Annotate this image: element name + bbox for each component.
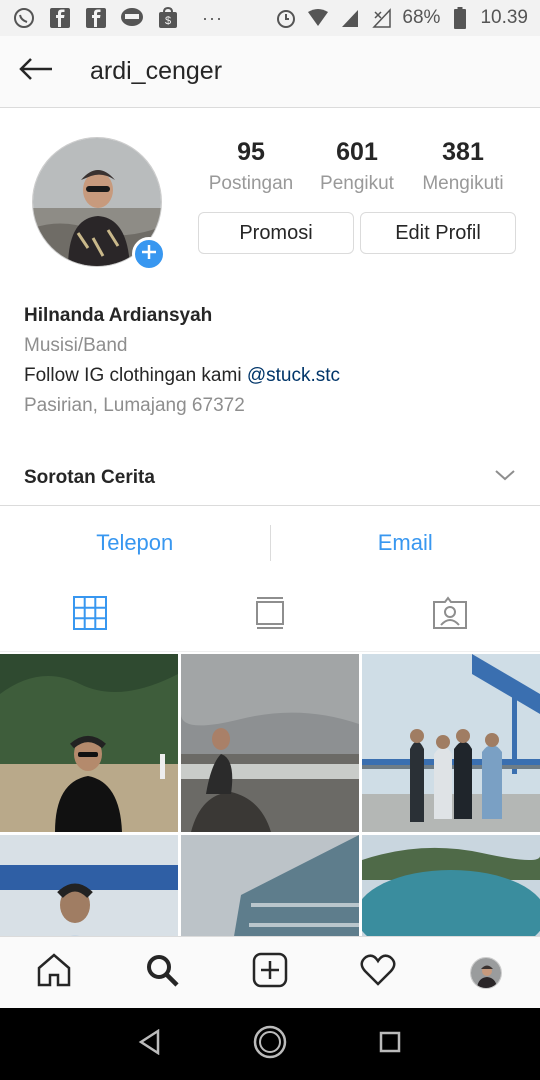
alarm-icon [274, 6, 298, 30]
shop-icon: $ [156, 6, 180, 30]
promote-button[interactable]: Promosi [198, 212, 354, 254]
tagged-icon [432, 596, 468, 635]
nav-profile[interactable] [432, 937, 540, 1008]
add-post-icon [252, 952, 288, 993]
stat-followers[interactable]: 601 Pengikut [304, 138, 410, 195]
tab-tagged[interactable] [360, 580, 540, 651]
profile-avatar[interactable] [32, 137, 166, 271]
call-button[interactable]: Telepon [0, 530, 270, 556]
tab-feed[interactable] [180, 580, 360, 651]
bio-text-body: Follow IG clothingan kami [24, 365, 247, 386]
circle-home-icon [252, 1024, 288, 1065]
post-thumbnail[interactable] [362, 835, 540, 936]
status-bar: $ ··· 68% 10.39 [0, 0, 540, 36]
bio-location[interactable]: Pasirian, Lumajang 67372 [24, 395, 524, 417]
line-icon [120, 6, 144, 30]
tab-grid[interactable] [0, 580, 180, 651]
android-navigation-bar [0, 1008, 540, 1080]
search-icon [144, 952, 180, 993]
android-recents-button[interactable] [360, 1014, 420, 1074]
bio-text: Follow IG clothingan kami @stuck.stc [24, 365, 524, 387]
edit-profile-button[interactable]: Edit Profil [360, 212, 516, 254]
stat-posts-count: 95 [237, 138, 265, 166]
add-story-button[interactable] [132, 237, 166, 271]
signal-no-data-icon [370, 6, 394, 30]
profile-username: ardi_cenger [90, 57, 223, 85]
bottom-navigation [0, 936, 540, 1008]
stat-posts-label: Postingan [208, 173, 294, 194]
stat-followers-count: 601 [336, 138, 378, 166]
stat-following-count: 381 [442, 138, 484, 166]
stat-posts[interactable]: 95 Postingan [198, 138, 304, 195]
stat-followers-label: Pengikut [320, 173, 394, 194]
square-recents-icon [379, 1031, 401, 1058]
profile-header: ardi_cenger [0, 36, 540, 108]
post-thumbnail[interactable] [181, 654, 359, 832]
whatsapp-icon [12, 6, 36, 30]
more-notifications-indicator: ··· [202, 7, 223, 28]
home-icon [36, 952, 72, 993]
android-home-button[interactable] [240, 1014, 300, 1074]
bio-mention-link[interactable]: @stuck.stc [247, 365, 340, 386]
plus-icon [141, 244, 157, 265]
battery-icon [448, 6, 472, 30]
arrow-left-icon [18, 57, 54, 86]
profile-avatar-icon [470, 956, 502, 989]
story-highlights-toggle[interactable]: Sorotan Cerita [0, 450, 540, 506]
battery-percent: 68% [402, 7, 441, 28]
contact-bar: Telepon Email [0, 507, 540, 579]
chevron-down-icon [494, 468, 516, 487]
heart-icon [360, 953, 396, 992]
android-back-button[interactable] [120, 1014, 180, 1074]
profile-stats: 95 Postingan 601 Pengikut 381 Mengikuti [198, 138, 516, 195]
stat-following[interactable]: 381 Mengikuti [410, 138, 516, 195]
stat-following-label: Mengikuti [422, 173, 504, 194]
nav-activity[interactable] [324, 937, 432, 1008]
signal-icon [338, 6, 362, 30]
post-thumbnail[interactable] [0, 654, 178, 832]
facebook-icon [48, 6, 72, 30]
triangle-back-icon [138, 1028, 162, 1060]
grid-icon [73, 596, 107, 635]
nav-search[interactable] [108, 937, 216, 1008]
facebook-icon [84, 6, 108, 30]
back-button[interactable] [0, 36, 72, 108]
posts-grid [0, 654, 540, 936]
nav-home[interactable] [0, 937, 108, 1008]
wifi-icon [306, 6, 330, 30]
profile-tabs [0, 580, 540, 652]
post-thumbnail[interactable] [0, 835, 178, 936]
profile-bio: Hilnanda Ardiansyah Musisi/Band Follow I… [24, 305, 524, 417]
bio-category: Musisi/Band [24, 335, 128, 356]
email-button[interactable]: Email [271, 530, 540, 556]
story-highlights-label: Sorotan Cerita [24, 466, 155, 488]
post-thumbnail[interactable] [362, 654, 540, 832]
nav-add-post[interactable] [216, 937, 324, 1008]
clock: 10.39 [480, 7, 528, 28]
bio-full-name: Hilnanda Ardiansyah [24, 305, 213, 326]
feed-icon [255, 596, 285, 635]
svg-text:$: $ [165, 15, 171, 27]
post-thumbnail[interactable] [181, 835, 359, 936]
